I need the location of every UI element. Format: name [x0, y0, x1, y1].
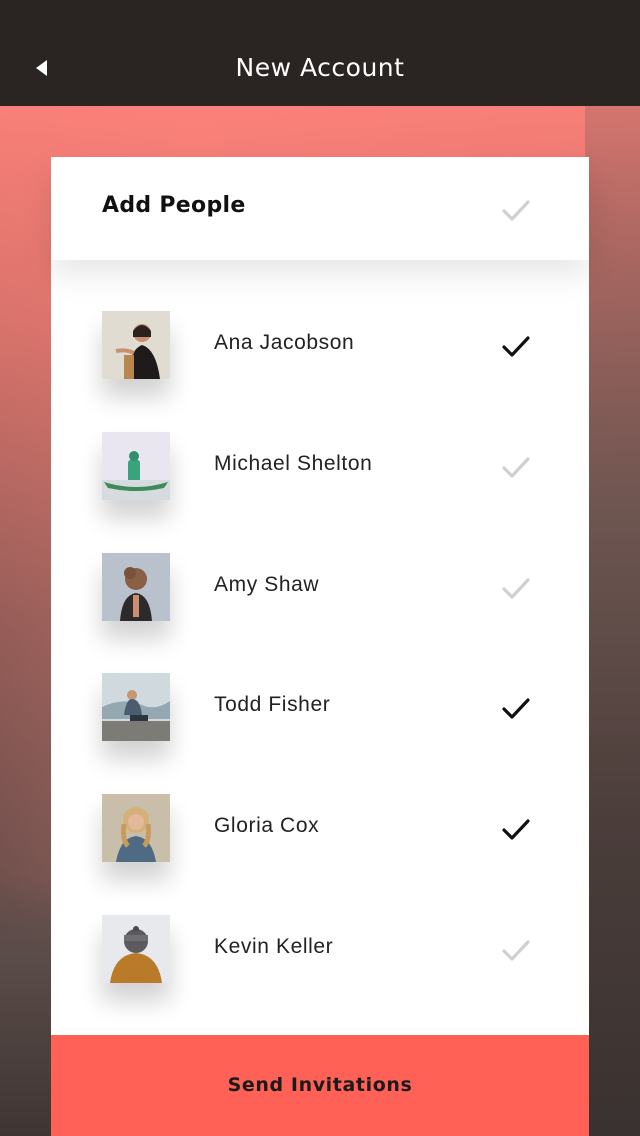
person-row[interactable]: Ana Jacobson [51, 311, 589, 431]
avatar [102, 794, 170, 862]
person-row[interactable]: Gloria Cox [51, 794, 589, 914]
select-all-check-icon[interactable] [501, 195, 531, 225]
checkmark-icon[interactable] [501, 452, 531, 482]
nav-bar: New Account [0, 0, 640, 106]
send-invitations-label: Send Invitations [227, 1073, 413, 1096]
person-name: Gloria Cox [214, 814, 320, 837]
avatar [102, 553, 170, 621]
send-invitations-button[interactable]: Send Invitations [51, 1035, 589, 1136]
person-name: Michael Shelton [214, 452, 373, 475]
checkmark-icon[interactable] [501, 331, 531, 361]
page-title: New Account [235, 53, 405, 82]
avatar [102, 432, 170, 500]
avatar [102, 673, 170, 741]
avatar [102, 311, 170, 379]
person-row[interactable]: Kevin Keller [51, 915, 589, 1035]
checkmark-icon[interactable] [501, 935, 531, 965]
checkmark-icon[interactable] [501, 693, 531, 723]
checkmark-icon[interactable] [501, 814, 531, 844]
person-row[interactable]: Amy Shaw [51, 553, 589, 673]
person-row[interactable]: Michael Shelton [51, 432, 589, 552]
person-name: Ana Jacobson [214, 331, 355, 354]
background-cliff [585, 106, 640, 1136]
person-name: Kevin Keller [214, 935, 334, 958]
card-header: Add People [51, 157, 589, 260]
card-title: Add People [102, 193, 246, 218]
person-name: Amy Shaw [214, 573, 320, 596]
person-row[interactable]: Todd Fisher [51, 673, 589, 793]
person-name: Todd Fisher [214, 693, 331, 716]
add-people-card: Add People Ana Jacobson Michael Shelton Am… [51, 157, 589, 1136]
checkmark-icon[interactable] [501, 573, 531, 603]
avatar [102, 915, 170, 983]
